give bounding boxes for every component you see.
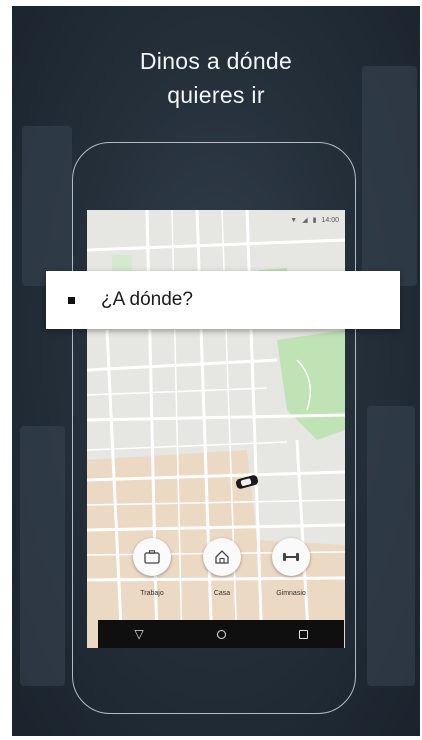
battery-icon: ▮	[312, 217, 317, 224]
wifi-icon: ▼	[290, 216, 298, 224]
recents-square-icon[interactable]	[298, 629, 308, 639]
home-icon	[215, 550, 229, 564]
shortcut-gym-label: Gimnasio	[276, 590, 306, 597]
back-triangle-icon[interactable]: ▽	[134, 627, 143, 641]
shortcut-work-label: Trabajo	[140, 590, 164, 597]
shortcut-work-button[interactable]	[133, 538, 171, 576]
headline-line-1: Dinos a dónde	[139, 48, 293, 74]
destination-search-box[interactable]: ¿A dónde?	[46, 271, 400, 329]
status-time: 14:00	[321, 216, 339, 224]
destination-search-placeholder: ¿A dónde?	[101, 289, 193, 310]
home-circle-icon[interactable]	[216, 629, 226, 639]
shortcut-home-label: Casa	[213, 590, 231, 597]
background-blur	[22, 126, 72, 286]
background-blur	[367, 406, 415, 686]
status-bar: ▼ ◢ ▮ 14:00	[290, 214, 339, 226]
dumbbell-icon	[283, 553, 299, 561]
destination-square-icon	[68, 296, 75, 304]
background-blur	[20, 426, 65, 686]
android-navigation-bar: ▽	[98, 620, 344, 648]
shortcut-home-button[interactable]	[203, 538, 241, 576]
briefcase-icon	[144, 550, 160, 564]
promo-headline: Dinos a dónde quieres ir	[12, 44, 420, 112]
shortcut-gym-button[interactable]	[272, 538, 310, 576]
headline-line-2: quieres ir	[167, 82, 265, 108]
map-park	[277, 330, 345, 440]
signal-icon: ◢	[302, 217, 308, 224]
